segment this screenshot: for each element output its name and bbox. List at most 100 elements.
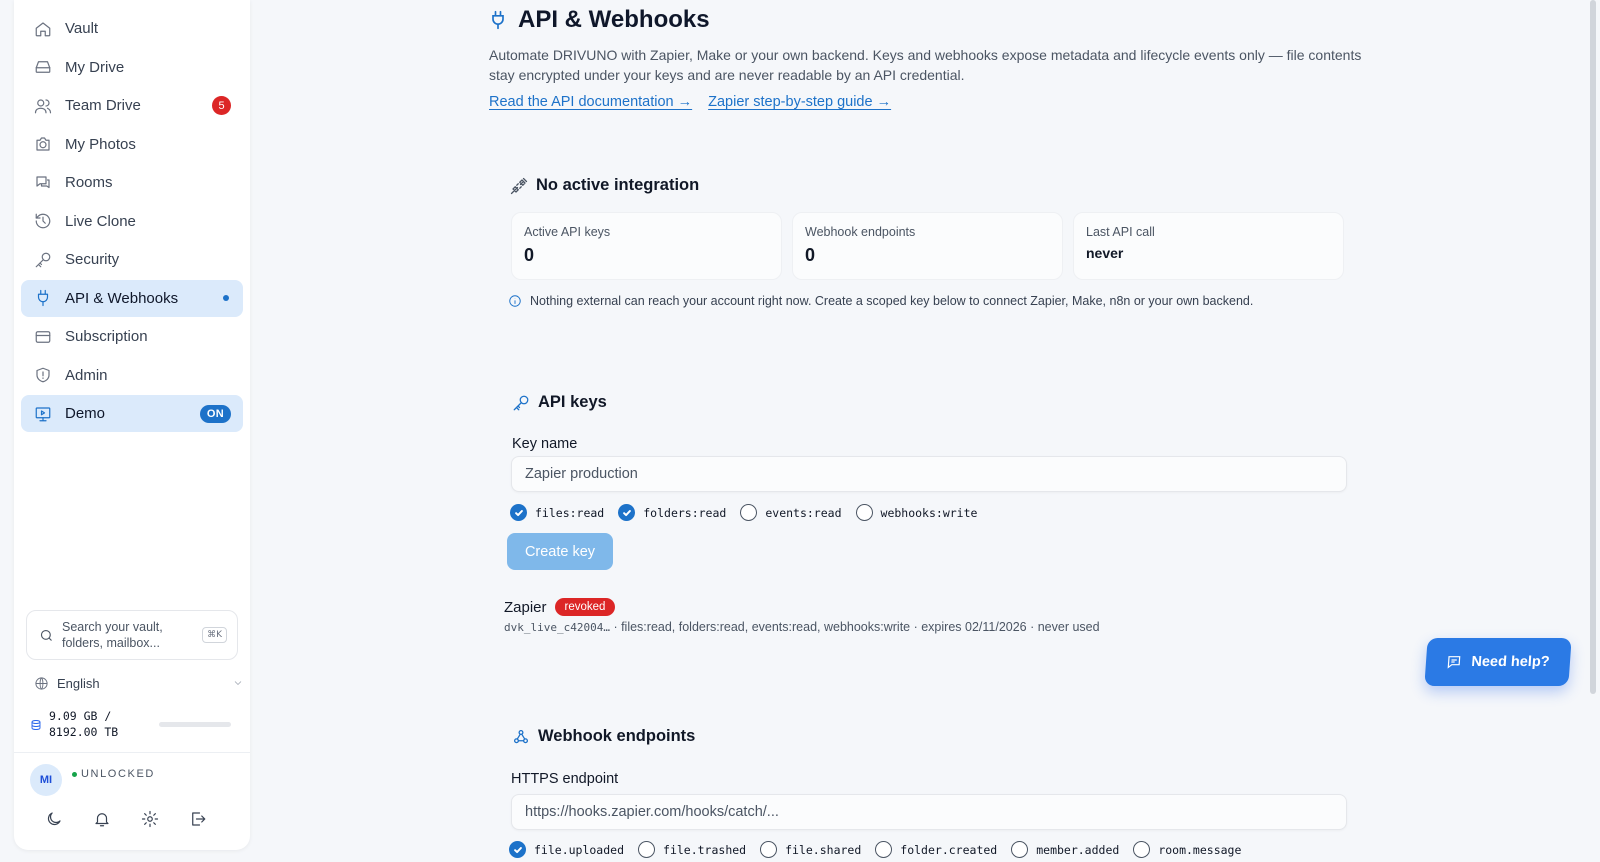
sidebar-item-security[interactable]: Security	[21, 241, 243, 278]
sidebar-item-rooms[interactable]: Rooms	[21, 164, 243, 201]
globe-icon	[34, 676, 49, 691]
checkbox-unchecked[interactable]	[1133, 841, 1151, 858]
sidebar-item-label: Vault	[65, 20, 99, 37]
api-key-prefix: dvk_live_c42004…	[504, 621, 610, 634]
bell-icon[interactable]	[93, 810, 111, 828]
event-label: folder.created	[900, 842, 998, 857]
divider	[14, 752, 250, 753]
storage-usage: 9.09 GB / 8192.00 TB	[30, 706, 242, 742]
event-file-uploaded[interactable]: file.uploaded	[509, 841, 624, 858]
sidebar-actions	[14, 810, 250, 828]
webhook-icon	[512, 728, 530, 746]
webhook-endpoints-title: Webhook endpoints	[538, 727, 696, 745]
info-icon	[508, 294, 522, 308]
integration-status-title: No active integration	[536, 176, 700, 194]
gear-icon[interactable]	[141, 810, 159, 828]
language-select[interactable]: English	[34, 673, 244, 693]
scrollbar[interactable]	[1590, 0, 1596, 694]
storage-used: 9.09 GB /	[49, 709, 112, 723]
moon-icon[interactable]	[45, 810, 63, 828]
event-file-trashed[interactable]: file.trashed	[638, 841, 746, 858]
need-help-button[interactable]: Need help?	[1424, 638, 1572, 686]
checkbox-checked[interactable]	[618, 504, 636, 521]
logout-icon[interactable]	[189, 810, 207, 828]
sidebar-item-label: Team Drive	[65, 97, 141, 115]
page-header: API & Webhooks	[488, 6, 710, 34]
webhook-url-input[interactable]	[511, 794, 1347, 830]
api-docs-link[interactable]: Read the API documentation →	[489, 94, 692, 110]
checkbox-checked[interactable]	[510, 504, 527, 521]
search-shortcut: ⌘K	[202, 627, 227, 643]
checkbox-unchecked[interactable]	[875, 841, 893, 858]
stat-value: 0	[805, 245, 816, 265]
stat-label: Webhook endpoints	[805, 225, 916, 239]
stat-value: never	[1086, 245, 1124, 261]
drive-icon	[34, 58, 52, 76]
storage-text: 9.09 GB / 8192.00 TB	[49, 708, 149, 740]
checkbox-unchecked[interactable]	[1011, 841, 1029, 858]
api-key-details: · files:read, folders:read, events:read,…	[609, 620, 1100, 634]
webhook-event-checkboxes: file.uploaded file.trashed file.shared f…	[509, 841, 1255, 858]
scope-webhooks-write[interactable]: webhooks:write	[855, 504, 977, 521]
sidebar-item-label: Security	[65, 251, 120, 269]
sidebar-item-label: Subscription	[65, 328, 148, 346]
scope-files-read[interactable]: files:read	[510, 504, 604, 521]
https-endpoint-label: HTTPS endpoint	[511, 771, 619, 787]
sidebar-item-demo[interactable]: Demo ON	[21, 395, 243, 433]
sidebar-item-my-drive[interactable]: My Drive	[21, 49, 243, 86]
sidebar-item-api-webhooks[interactable]: API & Webhooks	[21, 279, 243, 317]
active-indicator	[223, 295, 229, 302]
storage-bar	[159, 721, 231, 727]
app-window: Vault My Drive Team Drive 5 My Photos Ro…	[0, 0, 1600, 862]
home-icon	[34, 20, 52, 38]
zapier-guide-link[interactable]: Zapier step-by-step guide →	[708, 94, 891, 110]
event-member-added[interactable]: member.added	[1011, 841, 1119, 858]
sidebar-item-subscription[interactable]: Subscription	[21, 318, 243, 355]
integration-status-heading: No active integration	[510, 176, 699, 195]
sidebar-item-live-clone[interactable]: Live Clone	[21, 203, 243, 240]
scope-label: files:read	[535, 505, 605, 520]
event-label: member.added	[1036, 842, 1120, 857]
event-file-shared[interactable]: file.shared	[760, 841, 861, 858]
api-key-name: Zapier	[504, 598, 547, 616]
event-folder-created[interactable]: folder.created	[875, 841, 997, 858]
event-label: file.uploaded	[534, 842, 625, 857]
vault-status-label: UNLOCKED	[81, 768, 155, 780]
status-badge: revoked	[554, 598, 616, 616]
scope-folders-read[interactable]: folders:read	[618, 504, 726, 521]
event-label: room.message	[1158, 842, 1242, 857]
sidebar-item-vault[interactable]: Vault	[21, 10, 243, 47]
monitor-play-icon	[34, 405, 52, 423]
page-description: Automate DRIVUNO with Zapier, Make or yo…	[489, 47, 1362, 83]
message-icon	[1446, 654, 1463, 670]
sidebar-item-admin[interactable]: Admin	[21, 357, 243, 394]
language-label: English	[57, 675, 100, 691]
sidebar-search[interactable]: Search your vault, folders, mailbox... ⌘…	[26, 610, 238, 660]
checkbox-unchecked[interactable]	[760, 841, 778, 858]
sidebar-item-label: Demo	[65, 405, 106, 423]
integration-info: Nothing external can reach your account …	[508, 294, 1253, 308]
api-keys-heading: API keys	[512, 393, 607, 412]
checkbox-checked[interactable]	[509, 841, 526, 858]
status-dot	[72, 771, 77, 777]
create-key-button[interactable]: Create key	[507, 533, 613, 570]
checkbox-unchecked[interactable]	[740, 504, 758, 521]
checkbox-unchecked[interactable]	[855, 504, 873, 521]
plug-icon	[488, 10, 508, 30]
key-name-input[interactable]	[511, 456, 1347, 492]
demo-on-badge[interactable]: ON	[199, 404, 231, 423]
sidebar-item-label: Live Clone	[65, 212, 136, 230]
user-profile[interactable]: MI UNLOCKED	[30, 764, 155, 796]
scope-checkboxes: files:read folders:read events:read webh…	[510, 504, 991, 521]
stat-label: Active API keys	[524, 225, 611, 239]
event-room-message[interactable]: room.message	[1133, 841, 1241, 858]
chevron-down-icon	[232, 677, 244, 689]
vault-status: UNLOCKED	[72, 768, 155, 780]
api-key-entry: Zapier revoked	[504, 598, 616, 616]
scope-events-read[interactable]: events:read	[740, 504, 842, 521]
sidebar-nav: Vault My Drive Team Drive 5 My Photos Ro…	[21, 10, 243, 434]
avatar[interactable]: MI	[30, 764, 62, 796]
sidebar-item-team-drive[interactable]: Team Drive 5	[21, 87, 243, 124]
sidebar-item-my-photos[interactable]: My Photos	[21, 126, 243, 163]
checkbox-unchecked[interactable]	[638, 841, 656, 858]
